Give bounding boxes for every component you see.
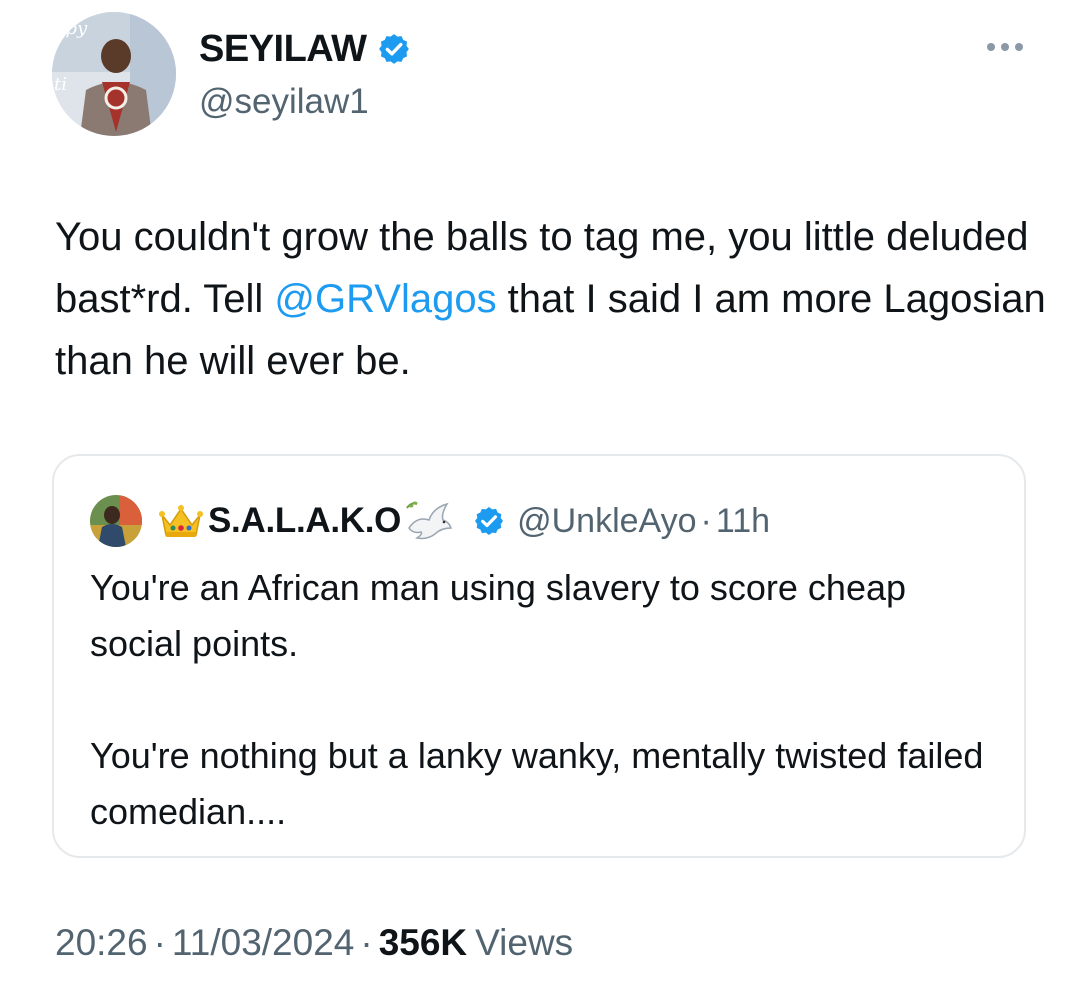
author-avatar-image: ppy ti	[52, 12, 176, 136]
quoted-tweet-card[interactable]: S.A.L.A.K.O @UnkleAyo · 11h You're an Af…	[52, 454, 1026, 858]
quoted-paragraph: You're an African man using slavery to s…	[90, 567, 907, 664]
quoted-author-avatar-image	[90, 495, 142, 547]
author-display-name[interactable]: SEYILAW	[199, 28, 367, 71]
quoted-paragraph: You're nothing but a lanky wanky, mental…	[90, 735, 984, 832]
author-avatar[interactable]: ppy ti	[52, 12, 176, 136]
svg-text:ppy: ppy	[54, 18, 88, 39]
crown-emoji-icon	[158, 501, 204, 541]
svg-text:ti: ti	[54, 74, 67, 95]
tweet-text: You couldn't grow the balls to tag me, y…	[55, 206, 1055, 392]
quoted-timestamp[interactable]: 11h	[716, 502, 770, 541]
meta-separator: ·	[153, 922, 166, 963]
quoted-author-avatar[interactable]	[90, 495, 142, 547]
tweet-date[interactable]: 11/03/2024	[172, 922, 354, 963]
quoted-separator: ·	[700, 501, 712, 540]
views-count[interactable]: 356K	[379, 922, 467, 963]
quoted-author-display-name[interactable]: S.A.L.A.K.O	[208, 501, 401, 541]
mention-link[interactable]: @GRVlagos	[274, 277, 496, 321]
author-name-row: SEYILAW	[199, 26, 411, 72]
dove-emoji-icon	[403, 498, 453, 544]
tweet-meta: 20:26 · 11/03/2024 · 356K Views	[55, 922, 573, 964]
meta-separator: ·	[360, 922, 373, 963]
quoted-author-handle[interactable]: @UnkleAyo	[517, 502, 696, 541]
quoted-tweet-text: You're an African man using slavery to s…	[90, 560, 990, 840]
tweet: ppy ti SEYILAW @seyilaw1 You couldn't gr…	[0, 0, 1080, 989]
author-handle[interactable]: @seyilaw1	[199, 82, 369, 122]
verified-badge-icon	[377, 32, 411, 66]
quoted-verified-badge-icon	[473, 505, 505, 537]
more-options-button[interactable]	[980, 32, 1030, 62]
views-label[interactable]: Views	[475, 922, 573, 963]
more-options-icon	[987, 43, 1023, 51]
quoted-tweet-header: S.A.L.A.K.O @UnkleAyo · 11h	[90, 494, 770, 548]
tweet-time[interactable]: 20:26	[55, 922, 148, 963]
